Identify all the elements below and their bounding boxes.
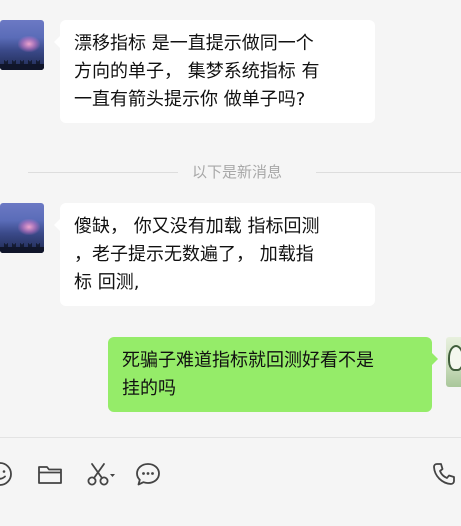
file-button[interactable] xyxy=(36,460,64,488)
chat-history-button[interactable] xyxy=(134,460,162,488)
my-avatar[interactable] xyxy=(446,337,461,387)
voice-call-button[interactable] xyxy=(430,460,458,488)
message-list[interactable]: 漂移指标 是一直提示做同一个 方向的单子， 集梦系统指标 有 一直有箭头提示你 … xyxy=(0,0,461,437)
avatar-ground xyxy=(0,247,44,253)
emoji-icon xyxy=(0,462,12,486)
message-bubble[interactable]: 漂移指标 是一直提示做同一个 方向的单子， 集梦系统指标 有 一直有箭头提示你 … xyxy=(54,20,375,123)
scissors-icon xyxy=(87,463,115,486)
avatar-leaf xyxy=(448,345,461,371)
message-text-line: 标 回测, xyxy=(74,272,140,293)
avatar-ground xyxy=(0,64,44,70)
message-text-line: 一直有箭头提示你 做单子吗? xyxy=(74,89,306,110)
message-text-line: 挂的吗 xyxy=(122,378,176,399)
folder-icon xyxy=(38,466,62,484)
divider-label: 以下是新消息 xyxy=(192,163,283,181)
message-text-line: 傻缺， 你又没有加载 指标回测 xyxy=(74,216,320,237)
avatar-glow xyxy=(18,36,40,52)
message-bubble[interactable]: 傻缺， 你又没有加载 指标回测 ，老子提示无数遍了， 加载指 标 回测, xyxy=(54,203,375,306)
message-bubble[interactable]: 死骗子难道指标就回测好看不是 挂的吗 xyxy=(108,337,438,412)
chat-bubble-icon xyxy=(136,463,160,486)
chat-window: 漂移指标 是一直提示做同一个 方向的单子， 集梦系统指标 有 一直有箭头提示你 … xyxy=(0,0,461,526)
screenshot-button[interactable] xyxy=(84,460,118,488)
avatar-glow xyxy=(18,219,40,235)
emoji-button[interactable] xyxy=(0,460,14,488)
message-text-line: ，老子提示无数遍了， 加载指 xyxy=(74,244,314,265)
new-messages-divider: 以下是新消息 xyxy=(28,160,461,184)
divider-rule-left xyxy=(28,172,178,173)
message-text-line: 漂移指标 是一直提示做同一个 xyxy=(74,33,314,54)
divider-rule-right xyxy=(316,172,461,173)
contact-avatar[interactable] xyxy=(0,20,44,70)
message-text-line: 死骗子难道指标就回测好看不是 xyxy=(122,350,374,371)
contact-avatar[interactable] xyxy=(0,203,44,253)
phone-icon xyxy=(433,463,455,485)
message-text-line: 方向的单子， 集梦系统指标 有 xyxy=(74,61,320,82)
input-toolbar xyxy=(0,437,461,526)
